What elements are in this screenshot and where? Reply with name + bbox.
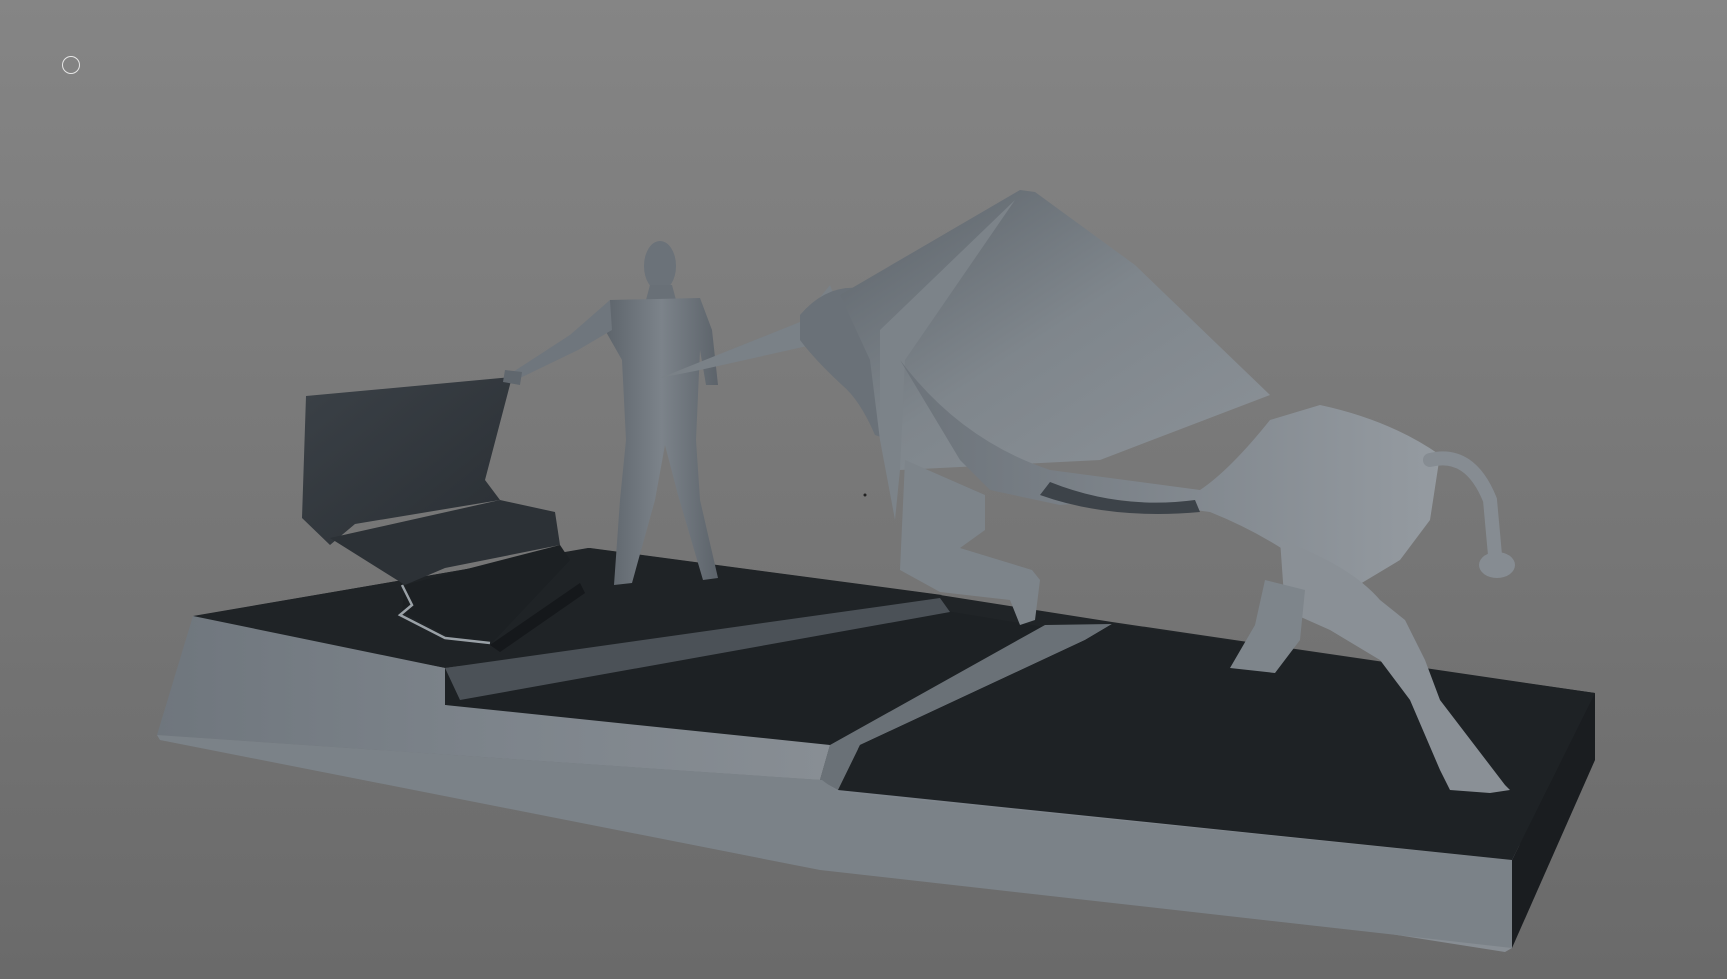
matador-arm [513,300,612,378]
circle-outline-icon[interactable] [62,56,80,74]
scene-dot [863,493,867,497]
matador-head [644,241,676,291]
scene-render[interactable] [0,0,1727,979]
bull-tail-tuft [1479,552,1515,578]
bull-tail [1423,451,1502,562]
3d-viewport[interactable] [0,0,1727,979]
matador-neck [646,285,676,300]
matador-torso [605,298,718,585]
